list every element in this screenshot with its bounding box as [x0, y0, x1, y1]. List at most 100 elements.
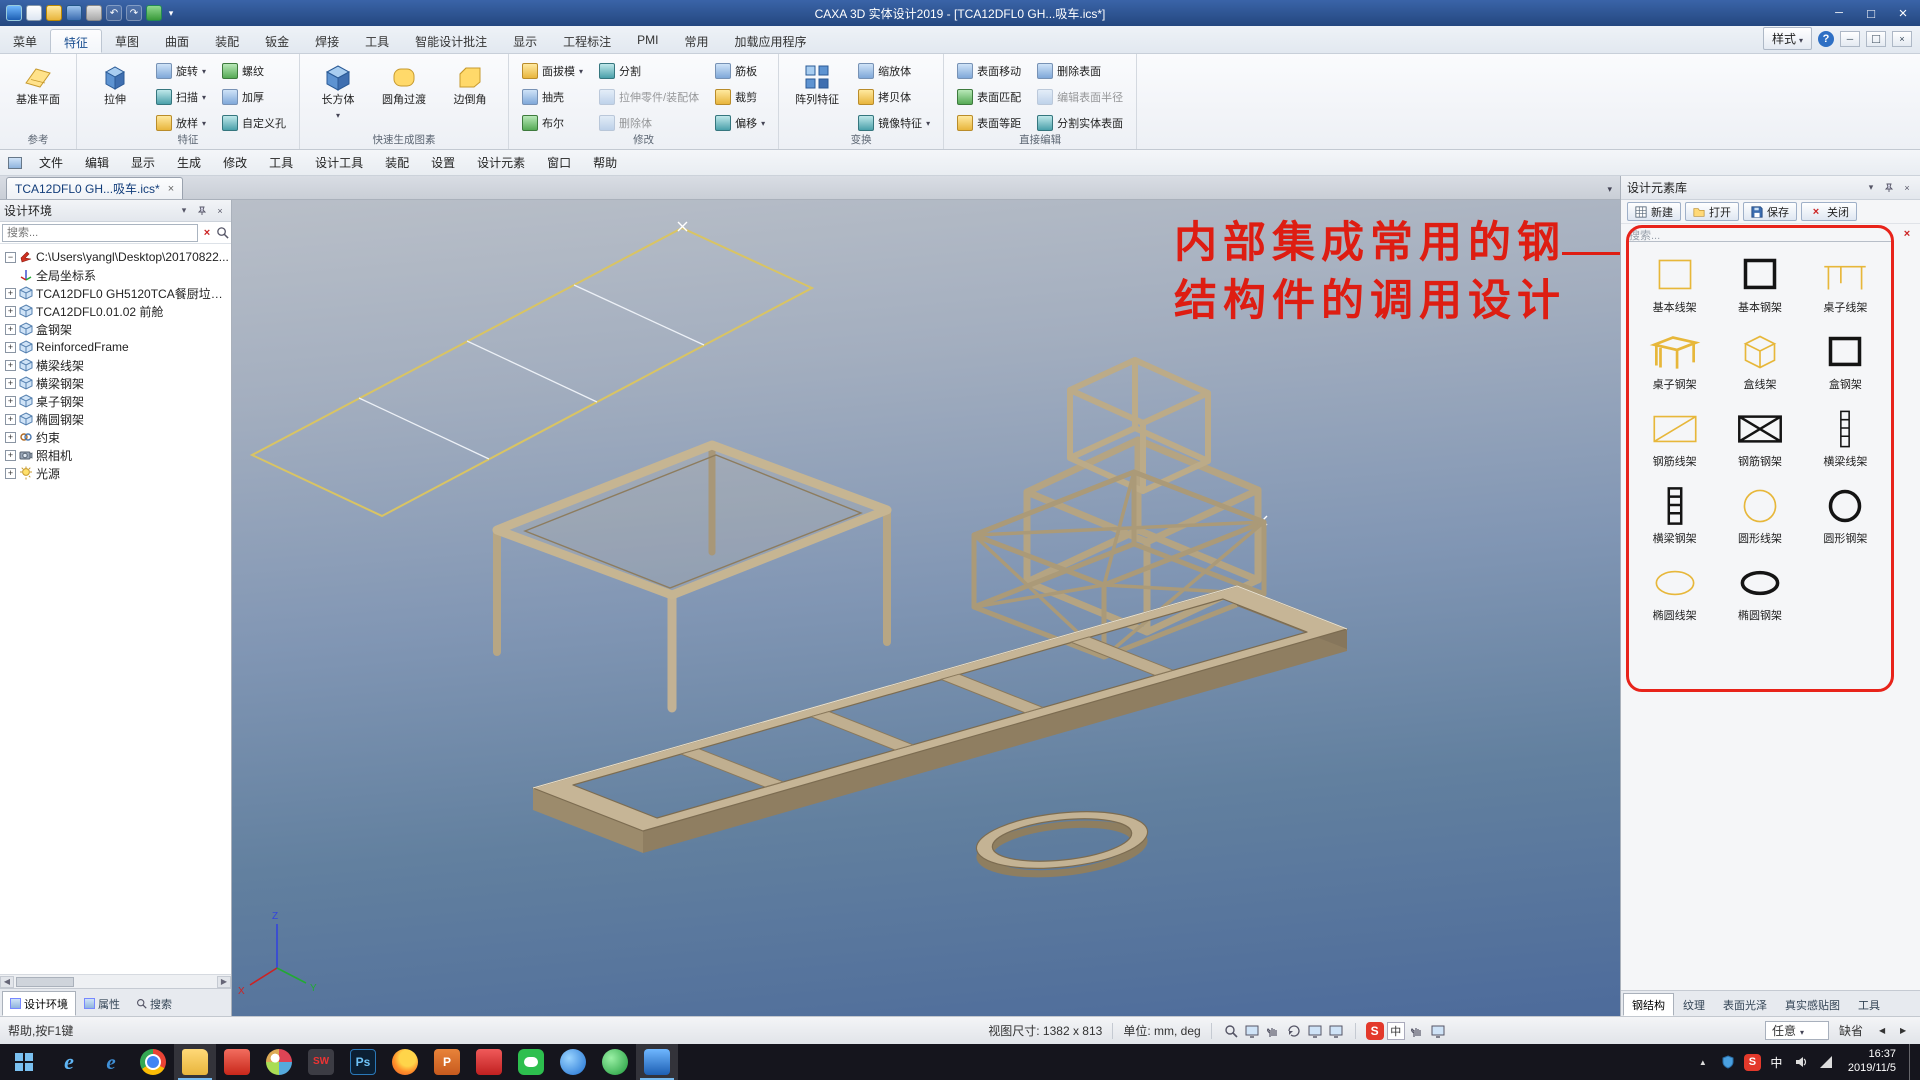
status-scroll-right-icon[interactable]: [1894, 1022, 1912, 1040]
ribbon-tab-pmi[interactable]: PMI: [624, 29, 671, 53]
hidden-icons-arrow[interactable]: [1694, 1053, 1712, 1071]
delete-body-button[interactable]: 删除体: [594, 112, 704, 134]
library-item-beam-steel[interactable]: 横梁钢架: [1634, 485, 1715, 546]
sweep-button[interactable]: 扫描: [151, 86, 211, 108]
document-tab[interactable]: TCA12DFL0 GH...吸车.ics*: [6, 177, 183, 199]
expander-icon[interactable]: [5, 288, 16, 299]
taskbar-clock[interactable]: 16:37 2019/11/5: [1842, 1048, 1902, 1076]
taskbar-green-app[interactable]: [594, 1044, 636, 1080]
taskbar-solidworks[interactable]: SW: [300, 1044, 342, 1080]
taskbar-edge[interactable]: e: [90, 1044, 132, 1080]
taskbar-caxa-3d[interactable]: [636, 1044, 678, 1080]
chamfer-button[interactable]: 边倒角: [440, 58, 500, 136]
library-item-rebar-steel[interactable]: 钢筋钢架: [1719, 408, 1800, 469]
scroll-left-icon[interactable]: [0, 976, 14, 988]
fillet-transition-button[interactable]: 圆角过渡: [374, 58, 434, 136]
open-file-icon[interactable]: [46, 5, 62, 21]
taskbar-photoshop[interactable]: Ps: [342, 1044, 384, 1080]
pattern-feature-button[interactable]: 阵列特征: [787, 58, 847, 136]
taskbar-blue-app[interactable]: [552, 1044, 594, 1080]
menu-tools[interactable]: 工具: [258, 150, 304, 176]
pan-icon[interactable]: [1264, 1022, 1282, 1040]
library-item-table-wireframe[interactable]: 桌子线架: [1805, 254, 1886, 315]
scrollbar-thumb[interactable]: [16, 977, 74, 987]
ime-pen-icon[interactable]: [1408, 1022, 1426, 1040]
ribbon-tab-display[interactable]: 显示: [500, 29, 550, 53]
ribbon-tab-surface[interactable]: 曲面: [152, 29, 202, 53]
library-item-box-steel[interactable]: 盒钢架: [1805, 331, 1886, 392]
library-clear-search-icon[interactable]: [1900, 228, 1914, 240]
tree-item-root[interactable]: C:\Users\yangl\Desktop\20170822...: [0, 248, 231, 266]
loft-button[interactable]: 放样: [151, 112, 211, 134]
expander-icon[interactable]: [5, 360, 16, 371]
volume-icon[interactable]: [1792, 1053, 1810, 1071]
menu-assembly[interactable]: 装配: [374, 150, 420, 176]
custom-hole-button[interactable]: 自定义孔: [217, 112, 291, 134]
taskbar-firefox[interactable]: [384, 1044, 426, 1080]
minimize-button[interactable]: [1824, 3, 1854, 23]
document-minimize-button[interactable]: [1840, 31, 1860, 47]
document-close-button[interactable]: [1892, 31, 1912, 47]
expander-icon[interactable]: [5, 432, 16, 443]
copy-body-button[interactable]: 拷贝体: [853, 86, 935, 108]
menu-modify[interactable]: 修改: [212, 150, 258, 176]
library-item-table-steel[interactable]: 桌子钢架: [1634, 331, 1715, 392]
pin-icon[interactable]: [195, 204, 209, 218]
app-logo-icon[interactable]: [6, 5, 22, 21]
shell-button[interactable]: 抽壳: [517, 86, 588, 108]
ribbon-tab-menu[interactable]: 菜单: [0, 29, 50, 53]
delete-face-button[interactable]: 删除表面: [1032, 60, 1128, 82]
trim-button[interactable]: 裁剪: [710, 86, 770, 108]
tab-list-dropdown-icon[interactable]: [1607, 181, 1620, 199]
security-shield-icon[interactable]: [1719, 1053, 1737, 1071]
taskbar-red-app[interactable]: [468, 1044, 510, 1080]
panel-close-icon[interactable]: [1900, 181, 1914, 195]
library-item-beam-wireframe[interactable]: 横梁线架: [1805, 408, 1886, 469]
ribbon-tab-sheetmetal[interactable]: 钣金: [252, 29, 302, 53]
menu-display[interactable]: 显示: [120, 150, 166, 176]
library-item-basic-wireframe[interactable]: 基本线架: [1634, 254, 1715, 315]
taskbar-caxa-draft[interactable]: [216, 1044, 258, 1080]
print-icon[interactable]: [86, 5, 102, 21]
tree-item-camera[interactable]: 照相机: [0, 446, 231, 464]
expander-icon[interactable]: [5, 324, 16, 335]
network-icon[interactable]: [1817, 1053, 1835, 1071]
3d-viewport[interactable]: Z X Y 内部集成常用的钢 结构件的调用设计: [232, 200, 1620, 1016]
tab-design-environment[interactable]: 设计环境: [2, 991, 76, 1016]
undo-icon[interactable]: ↶: [106, 5, 122, 21]
ribbon-tab-sketch[interactable]: 草图: [102, 29, 152, 53]
tree-item-assembly-2[interactable]: TCA12DFL0.01.02 前舱: [0, 302, 231, 320]
thread-button[interactable]: 螺纹: [217, 60, 291, 82]
ribbon-tab-engineering-annotation[interactable]: 工程标注: [550, 29, 624, 53]
expander-icon[interactable]: [5, 414, 16, 425]
panel-dropdown-icon[interactable]: [177, 204, 191, 218]
sogou-tray-icon[interactable]: S: [1744, 1054, 1761, 1071]
show-desktop-strip[interactable]: [1909, 1044, 1916, 1080]
cuboid-button[interactable]: 长方体: [308, 58, 368, 136]
taskbar-wechat[interactable]: [510, 1044, 552, 1080]
move-face-button[interactable]: 表面移动: [952, 60, 1026, 82]
ribbon-tab-weld[interactable]: 焊接: [302, 29, 352, 53]
menu-generate[interactable]: 生成: [166, 150, 212, 176]
qat-dropdown-icon[interactable]: [166, 5, 176, 21]
panel-close-icon[interactable]: [213, 204, 227, 218]
expander-icon[interactable]: [5, 450, 16, 461]
split-solid-face-button[interactable]: 分割实体表面: [1032, 112, 1128, 134]
zoom-window-icon[interactable]: [1243, 1022, 1261, 1040]
menu-edit[interactable]: 编辑: [74, 150, 120, 176]
tab-close-icon[interactable]: [168, 183, 174, 195]
tab-steel-structure[interactable]: 钢结构: [1623, 993, 1674, 1016]
ime-keyboard-icon[interactable]: [1429, 1022, 1447, 1040]
library-item-ellipse-wireframe[interactable]: 椭圆线架: [1634, 562, 1715, 623]
tab-properties[interactable]: 属性: [76, 991, 128, 1016]
library-item-circle-steel[interactable]: 圆形钢架: [1805, 485, 1886, 546]
tree-item-beam-steel[interactable]: 横梁钢架: [0, 374, 231, 392]
expander-icon[interactable]: [5, 252, 16, 263]
scale-body-button[interactable]: 缩放体: [853, 60, 935, 82]
start-button[interactable]: [0, 1044, 48, 1080]
tab-surface-gloss[interactable]: 表面光泽: [1714, 993, 1776, 1016]
taskbar-file-explorer[interactable]: [174, 1044, 216, 1080]
tree-item-constraints[interactable]: 约束: [0, 428, 231, 446]
horizontal-scrollbar[interactable]: [0, 974, 231, 988]
window-menu-icon[interactable]: [8, 157, 22, 169]
